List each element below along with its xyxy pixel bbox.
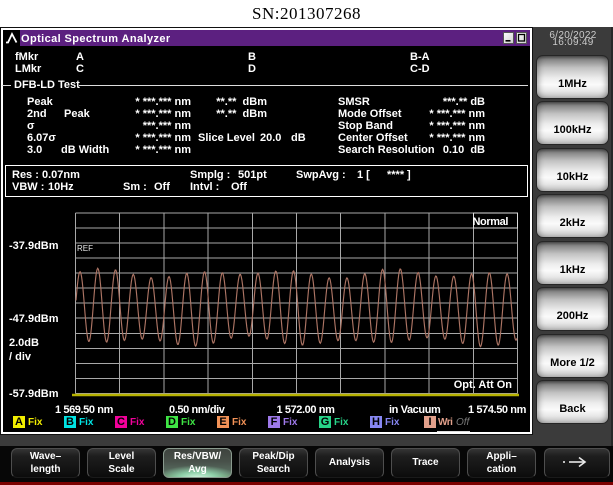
svg-text:REF: REF	[77, 244, 93, 253]
